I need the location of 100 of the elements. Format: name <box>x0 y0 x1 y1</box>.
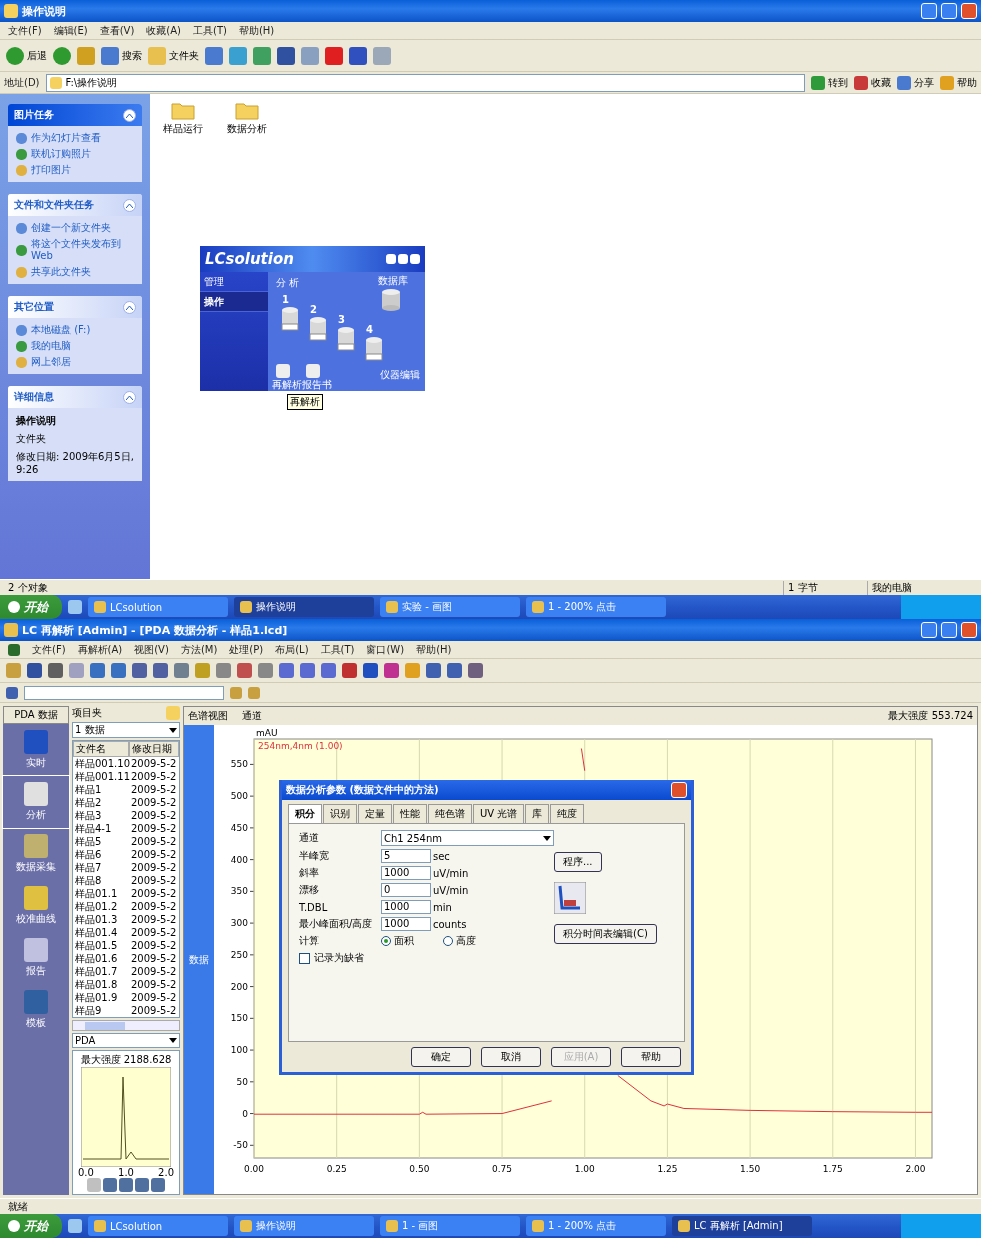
file-row[interactable]: 样品3 2009-5-2 <box>73 809 179 822</box>
task-link[interactable]: 打印图片 <box>16 164 134 176</box>
program-button[interactable]: 程序... <box>554 852 602 872</box>
nav-item[interactable]: 报告 <box>3 932 69 984</box>
menu-item[interactable]: 处理(P) <box>229 642 264 657</box>
view-tab-icon[interactable] <box>135 1178 149 1192</box>
toolbar-link[interactable]: 收藏 <box>854 75 891 90</box>
file-row[interactable]: 样品6 2009-5-2 <box>73 848 179 861</box>
toolbar-icon[interactable] <box>195 663 210 678</box>
task-link[interactable]: 创建一个新文件夹 <box>16 222 134 234</box>
tool-label[interactable]: 报告书 <box>302 378 332 392</box>
collapse-icon[interactable] <box>123 300 136 314</box>
dialog-tab[interactable]: 性能 <box>393 804 427 823</box>
dialog-tab[interactable]: 纯色谱 <box>428 804 472 823</box>
menu-item[interactable]: 窗口(W) <box>366 642 405 657</box>
taskbar-item[interactable]: 操作说明 <box>234 1216 374 1236</box>
taskbar-item[interactable]: 操作说明 <box>234 597 374 617</box>
toolbar-link[interactable]: 转到 <box>811 75 848 90</box>
taskbar-item[interactable]: 1 - 画图 <box>380 1216 520 1236</box>
column-header[interactable]: 文件名 <box>73 741 129 757</box>
file-row[interactable]: 样品7 2009-5-2 <box>73 861 179 874</box>
input-field[interactable]: 1000 <box>381 900 431 914</box>
toolbar-icon[interactable] <box>48 663 63 678</box>
folder-name[interactable]: 样品运行 <box>163 122 203 136</box>
radio-button[interactable] <box>381 936 391 946</box>
dialog-tab[interactable]: 库 <box>525 804 550 823</box>
toolbar-icon[interactable] <box>468 663 483 678</box>
toolbar-icon[interactable] <box>363 663 378 678</box>
toolbar-icon[interactable] <box>111 663 126 678</box>
menu-item[interactable]: 布局(L) <box>275 642 309 657</box>
menu-item[interactable]: 查看(V) <box>99 23 135 38</box>
address-field[interactable]: F:\操作说明 <box>45 73 805 92</box>
minimize-button[interactable] <box>398 254 408 264</box>
taskbar-item[interactable]: 实验 - 画图 <box>380 597 520 617</box>
toolbar-icon[interactable] <box>132 663 147 678</box>
timetable-button[interactable]: 积分时间表编辑(C) <box>554 924 657 944</box>
toolbar-icon[interactable] <box>230 686 242 699</box>
file-row[interactable]: 样品1 2009-5-2 <box>73 783 179 796</box>
toolbar-icon[interactable] <box>248 686 260 699</box>
maximize-button[interactable] <box>941 3 957 19</box>
radio-button[interactable] <box>443 936 453 946</box>
view-tab-icon[interactable] <box>103 1178 117 1192</box>
folder-dropdown[interactable]: 1 数据 <box>72 722 180 738</box>
input-field[interactable]: 1000 <box>381 917 431 931</box>
channel-dropdown[interactable]: Ch1 254nm <box>381 830 554 846</box>
dialog-tab[interactable]: 纯度 <box>550 804 585 823</box>
toolbar-icon[interactable] <box>216 663 231 678</box>
start-button[interactable]: 开始 <box>0 1214 62 1238</box>
close-button[interactable] <box>410 254 420 264</box>
task-link[interactable]: 将这个文件夹发布到 Web <box>16 238 134 262</box>
input-field[interactable]: 0 <box>381 883 431 897</box>
toolbar-icon[interactable] <box>174 663 189 678</box>
horizontal-scrollbar[interactable] <box>72 1019 180 1032</box>
menu-item[interactable]: 再解析(A) <box>77 642 123 657</box>
toolbar-icon[interactable] <box>258 663 273 678</box>
file-row[interactable]: 样品01.8 2009-5-2 <box>73 978 179 991</box>
help-button[interactable] <box>386 254 396 264</box>
toolbar-icon[interactable] <box>384 663 399 678</box>
close-button[interactable] <box>961 622 977 638</box>
view-tab-icon[interactable] <box>151 1178 165 1192</box>
menu-item[interactable]: 帮助(H) <box>416 642 452 657</box>
task-link[interactable]: 共享此文件夹 <box>16 266 134 278</box>
file-row[interactable]: 样品01.1 2009-5-2 <box>73 887 179 900</box>
dialog-button[interactable]: 帮助 <box>621 1047 681 1067</box>
nav-item[interactable]: 校准曲线 <box>3 880 69 932</box>
radio-option[interactable]: 面积 <box>381 934 441 948</box>
file-row[interactable]: 样品5 2009-5-2 <box>73 835 179 848</box>
task-link[interactable]: 联机订购照片 <box>16 148 134 160</box>
collapse-icon[interactable] <box>123 390 136 404</box>
task-link[interactable]: 作为幻灯片查看 <box>16 132 134 144</box>
task-link[interactable]: 我的电脑 <box>16 340 134 352</box>
toolbar-icon[interactable] <box>447 663 462 678</box>
taskbar-item[interactable]: LCsolution <box>88 597 228 617</box>
collapse-icon[interactable] <box>123 108 136 122</box>
dialog-button[interactable]: 取消 <box>481 1047 541 1067</box>
view-dropdown[interactable]: PDA <box>72 1033 180 1048</box>
maximize-button[interactable] <box>941 622 957 638</box>
tool-label[interactable]: 再解析 <box>272 378 302 392</box>
file-row[interactable]: 样品8 2009-5-2 <box>73 874 179 887</box>
menu-item[interactable]: 工具(T) <box>320 642 355 657</box>
launcher-menu-item[interactable]: 操作 <box>200 292 268 312</box>
folder-name[interactable]: 数据分析 <box>227 122 267 136</box>
toolbar-icon[interactable] <box>342 663 357 678</box>
taskbar-item[interactable]: 1 - 200% 点击 <box>526 1216 666 1236</box>
dialog-button[interactable]: 确定 <box>411 1047 471 1067</box>
taskbar-item[interactable]: LCsolution <box>88 1216 228 1236</box>
file-row[interactable]: 样品01.9 2009-5-2 <box>73 991 179 1004</box>
file-row[interactable]: 样品01.6 2009-5-2 <box>73 952 179 965</box>
view-tab-icon[interactable] <box>119 1178 133 1192</box>
menu-item[interactable]: 工具(T) <box>193 23 227 38</box>
file-row[interactable]: 样品001.102009-5-2 <box>73 757 179 770</box>
toolbar-button[interactable]: 后退 <box>6 46 47 65</box>
input-field[interactable]: 5 <box>381 849 431 863</box>
dialog-tab[interactable]: UV 光谱 <box>473 804 525 823</box>
collapse-icon[interactable] <box>123 198 136 212</box>
close-button[interactable] <box>671 782 687 798</box>
toolbar-icon[interactable] <box>69 663 84 678</box>
toolbar-icon[interactable] <box>90 663 105 678</box>
toolbar-link[interactable]: 分享 <box>897 75 934 90</box>
menu-item[interactable]: 帮助(H) <box>238 23 275 38</box>
